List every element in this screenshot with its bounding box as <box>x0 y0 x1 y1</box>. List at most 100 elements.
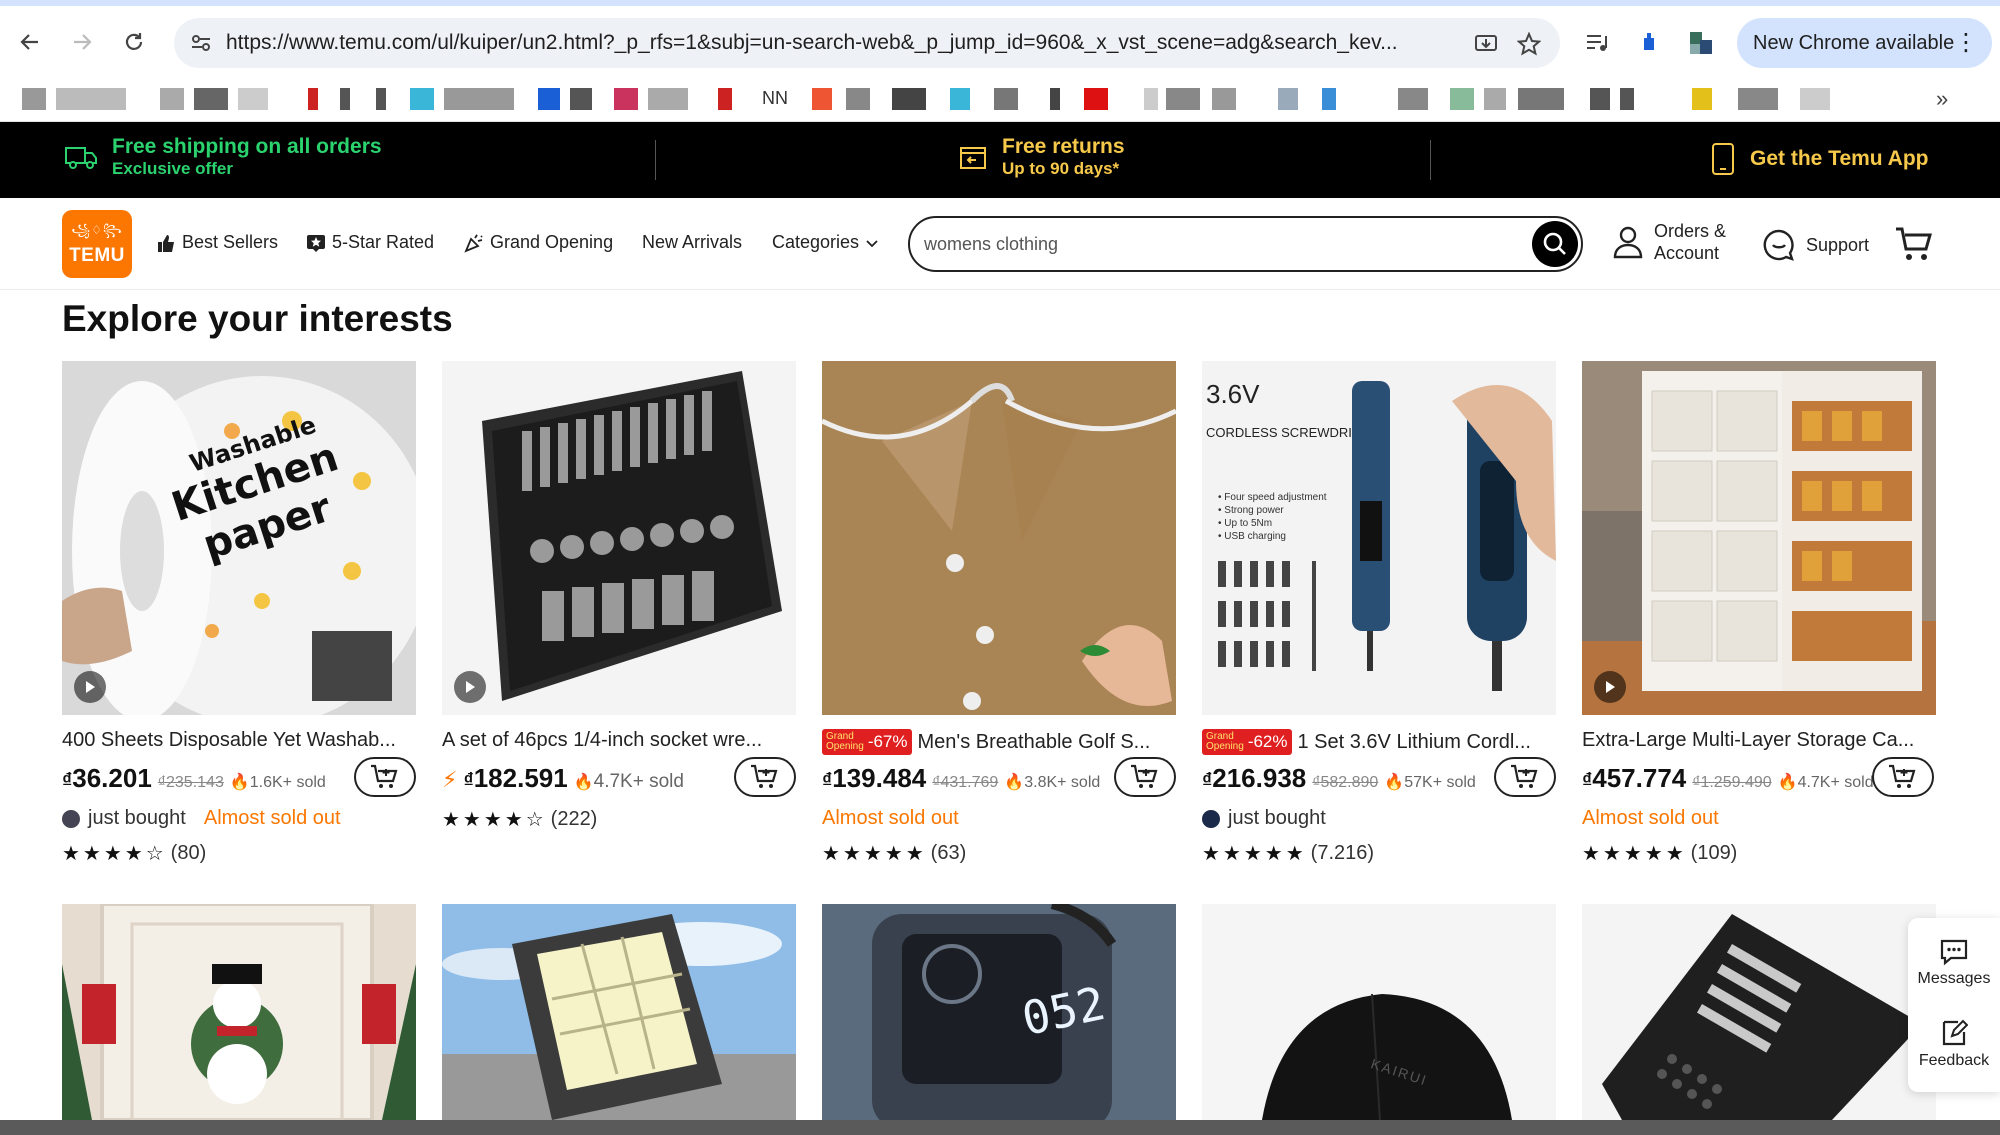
url-text[interactable]: https://www.temu.com/ul/kuiper/un2.html?… <box>226 31 1456 55</box>
back-button[interactable] <box>10 22 50 62</box>
product-image[interactable]: Washable Kitchen paper <box>62 361 416 715</box>
nav-new-arrivals[interactable]: New Arrivals <box>642 232 742 253</box>
rating-row[interactable]: ★★★★★ (63) <box>822 841 966 866</box>
product-image[interactable]: KAIRUI <box>1202 904 1556 1120</box>
bookmark-star-icon[interactable] <box>1514 29 1544 59</box>
bookmark-item[interactable] <box>1800 88 1830 110</box>
bookmark-item[interactable] <box>718 88 732 110</box>
free-returns-promo[interactable]: Free returns Up to 90 days* <box>958 135 1125 179</box>
bookmark-item[interactable] <box>56 88 126 110</box>
bookmark-item[interactable] <box>238 88 268 110</box>
install-app-icon[interactable] <box>1471 29 1501 59</box>
bookmark-item[interactable] <box>1398 88 1428 110</box>
product-image[interactable] <box>1582 361 1936 715</box>
video-play-icon[interactable] <box>1594 671 1626 703</box>
bookmark-item[interactable] <box>376 88 386 110</box>
product-image[interactable] <box>442 361 796 715</box>
bookmark-item[interactable] <box>340 88 350 110</box>
get-app-promo[interactable]: Get the Temu App <box>1710 142 1929 176</box>
nav-five-star[interactable]: 5-Star Rated <box>306 232 434 253</box>
rating-row[interactable]: ★★★★★ (109) <box>1582 841 1737 866</box>
add-to-cart-button[interactable] <box>1114 757 1176 797</box>
bookmark-item[interactable] <box>950 88 970 110</box>
search-input[interactable] <box>924 232 1484 256</box>
search-button[interactable] <box>1532 221 1578 267</box>
bookmark-item[interactable] <box>1590 88 1610 110</box>
product-title[interactable]: Extra-Large Multi-Layer Storage Ca... <box>1582 729 1936 752</box>
site-settings-icon[interactable] <box>188 30 214 56</box>
video-play-icon[interactable] <box>74 671 106 703</box>
bookmark-item[interactable] <box>570 88 592 110</box>
product-image[interactable]: 052 <box>822 904 1176 1120</box>
reload-button[interactable] <box>114 22 154 62</box>
bookmark-item[interactable] <box>994 88 1018 110</box>
bookmark-item[interactable] <box>538 88 560 110</box>
nav-best-sellers[interactable]: Best Sellers <box>156 232 278 253</box>
video-play-icon[interactable] <box>454 671 486 703</box>
rating-row[interactable]: ★★★★★ (7.216) <box>1202 841 1374 866</box>
product-title[interactable]: Grand Opening -62% 1 Set 3.6V Lithium Cor… <box>1202 729 1556 755</box>
temu-logo[interactable]: ꧁♢꧂ TEMU <box>62 210 132 278</box>
bookmark-item[interactable] <box>1738 88 1778 110</box>
bookmark-item[interactable] <box>846 88 870 110</box>
add-to-cart-button[interactable] <box>1872 757 1934 797</box>
forward-button[interactable] <box>62 22 102 62</box>
add-to-cart-button[interactable] <box>1494 757 1556 797</box>
bookmark-label[interactable]: NN <box>762 88 788 109</box>
product-title[interactable]: Grand Opening -67% Men's Breathable Golf … <box>822 729 1176 755</box>
chrome-update-button[interactable]: New Chrome available ⋮ <box>1737 18 1992 68</box>
sold-count: 3.8K+ sold <box>1024 774 1101 791</box>
messages-button[interactable]: Messages <box>1908 938 2000 988</box>
nav-categories[interactable]: Categories <box>772 232 879 253</box>
product-image[interactable] <box>62 904 416 1120</box>
bookmark-item[interactable] <box>1450 88 1474 110</box>
add-cart-icon <box>1131 764 1158 788</box>
product-title[interactable]: A set of 46pcs 1/4-inch socket wre... <box>442 729 796 752</box>
bookmark-item[interactable] <box>308 88 318 110</box>
bookmark-item[interactable] <box>160 88 184 110</box>
product-image[interactable] <box>1582 904 1936 1120</box>
bookmarks-overflow-icon[interactable]: » <box>1936 86 1948 112</box>
bookmark-item[interactable] <box>1050 88 1060 110</box>
address-bar[interactable]: https://www.temu.com/ul/kuiper/un2.html?… <box>174 18 1560 68</box>
media-controls-icon[interactable] <box>1582 28 1612 58</box>
bookmark-item[interactable] <box>1620 88 1634 110</box>
bookmark-item[interactable] <box>1322 88 1336 110</box>
cart-button[interactable] <box>1894 226 1934 262</box>
feedback-button[interactable]: Feedback <box>1908 1018 2000 1070</box>
product-image[interactable]: 3.6V CORDLESS SCREWDRIVER • Four speed a… <box>1202 361 1556 715</box>
bookmark-item[interactable] <box>1166 88 1200 110</box>
flame-icon: 🔥 <box>1004 774 1025 791</box>
product-title[interactable]: 400 Sheets Disposable Yet Washab... <box>62 729 416 752</box>
more-menu-icon[interactable]: ⋮ <box>1954 28 1978 57</box>
rating-row[interactable]: ★★★★☆ (222) <box>442 807 597 832</box>
bookmark-item[interactable] <box>614 88 638 110</box>
add-to-cart-button[interactable] <box>734 757 796 797</box>
bookmark-item[interactable] <box>22 88 46 110</box>
rating-row[interactable]: ★★★★☆ (80) <box>62 841 206 866</box>
product-image[interactable] <box>442 904 796 1120</box>
bookmark-item[interactable] <box>444 88 514 110</box>
extension-icon-2[interactable] <box>1686 28 1716 58</box>
bookmark-item[interactable] <box>1212 88 1236 110</box>
support-link[interactable]: Support <box>1762 228 1869 262</box>
bookmark-item[interactable] <box>1692 88 1712 110</box>
bookmark-item[interactable] <box>1084 88 1108 110</box>
nav-grand-opening[interactable]: Grand Opening <box>464 232 613 253</box>
free-shipping-promo[interactable]: Free shipping on all orders Exclusive of… <box>64 135 382 179</box>
bookmark-item[interactable] <box>892 88 926 110</box>
bookmark-item[interactable] <box>648 88 688 110</box>
bookmark-item[interactable] <box>1278 88 1298 110</box>
bookmark-item[interactable] <box>1484 88 1506 110</box>
extension-icon[interactable] <box>1634 28 1664 58</box>
bookmark-item[interactable] <box>1144 88 1158 110</box>
rating-stars: ★★★★★ <box>822 843 927 865</box>
product-image[interactable] <box>822 361 1176 715</box>
bookmark-item[interactable] <box>194 88 228 110</box>
bookmark-item[interactable] <box>812 88 832 110</box>
orders-account[interactable]: Orders & Account <box>1612 220 1726 264</box>
old-price: ₫1.259.490 <box>1692 774 1772 791</box>
add-to-cart-button[interactable] <box>354 757 416 797</box>
bookmark-item[interactable] <box>410 88 434 110</box>
bookmark-item[interactable] <box>1518 88 1564 110</box>
